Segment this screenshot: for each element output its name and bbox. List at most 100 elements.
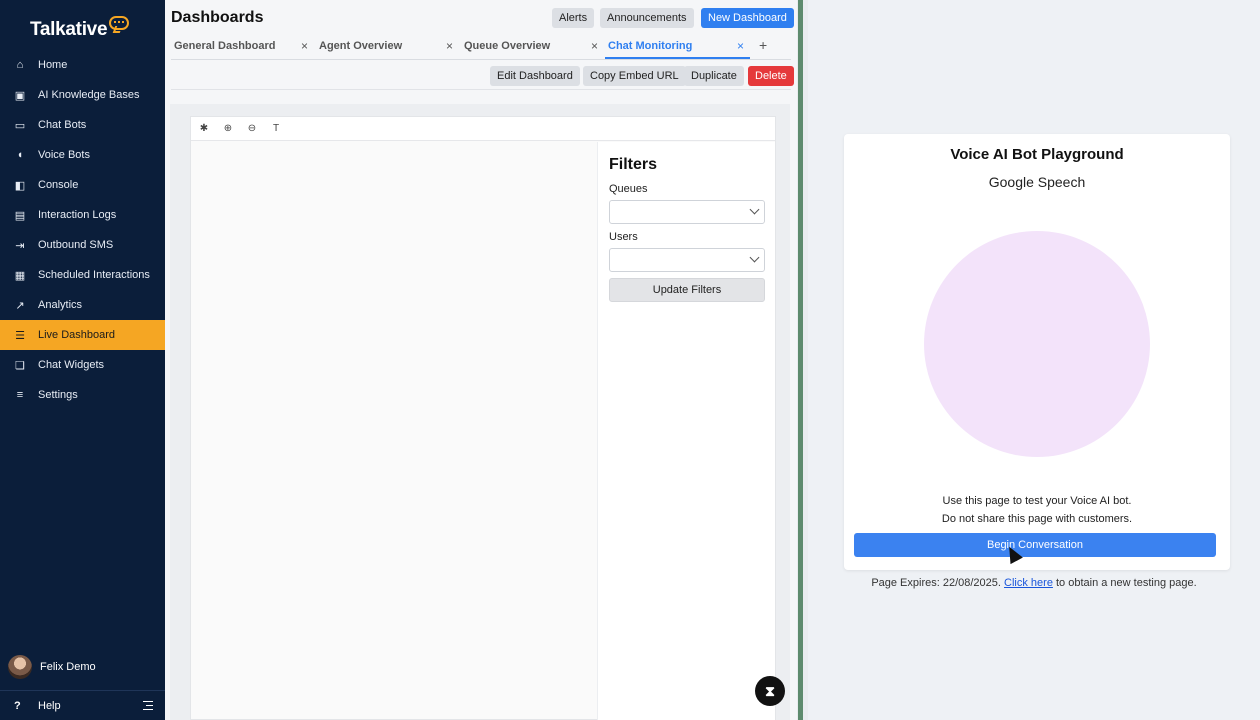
- sidebar-item-voice-bots[interactable]: ◖ Voice Bots: [0, 140, 165, 170]
- zoom-in-icon[interactable]: ⊕: [221, 122, 235, 136]
- analytics-icon: ↗: [15, 299, 25, 312]
- tab-agent-overview[interactable]: Agent Overview ×: [316, 36, 453, 59]
- home-icon: ⌂: [16, 59, 24, 71]
- playground-title: Voice AI Bot Playground: [950, 146, 1124, 163]
- dashboard-frame: ✱ ⊕ ⊖ T Filters Queues Users Update Filt…: [170, 104, 790, 720]
- sidebar-item-label: Voice Bots: [38, 149, 90, 161]
- sidebar-item-label: Settings: [38, 389, 78, 401]
- page-expiry: Page Expires: 22/08/2025. Click here to …: [808, 577, 1260, 589]
- add-tab-button[interactable]: +: [759, 36, 767, 54]
- sidebar-item-ai-knowledge-bases[interactable]: ▣ AI Knowledge Bases: [0, 80, 165, 110]
- sidebar-item-settings[interactable]: ≡ Settings: [0, 380, 165, 410]
- filters-title: Filters: [609, 156, 658, 173]
- queues-label: Queues: [609, 183, 648, 195]
- zoom-out-icon[interactable]: ⊖: [245, 122, 259, 136]
- sidebar-item-interaction-logs[interactable]: ▤ Interaction Logs: [0, 200, 165, 230]
- playground-card: Voice AI Bot Playground Google Speech Us…: [844, 134, 1230, 570]
- test-note: Use this page to test your Voice AI bot.: [942, 495, 1132, 507]
- dashboard-list-icon: ☰: [15, 329, 25, 342]
- sidebar-item-home[interactable]: ⌂ Home: [0, 50, 165, 80]
- tab-chat-monitoring[interactable]: Chat Monitoring ×: [605, 36, 750, 59]
- new-dashboard-button[interactable]: New Dashboard: [701, 8, 794, 28]
- tab-label: Agent Overview: [319, 40, 403, 52]
- outbound-icon: ⇥: [15, 239, 25, 252]
- text-format-icon[interactable]: T: [269, 122, 283, 136]
- user-name: Felix Demo: [40, 661, 96, 673]
- dashboard-tabs: General Dashboard × Agent Overview × Que…: [171, 36, 791, 60]
- users-select[interactable]: [609, 248, 765, 272]
- chevron-down-icon: [749, 204, 760, 215]
- sidebar-item-label: Live Dashboard: [38, 329, 116, 341]
- sidebar-item-label: Chat Bots: [38, 119, 87, 131]
- sidebar-item-outbound-sms[interactable]: ⇥ Outbound SMS: [0, 230, 165, 260]
- tab-general-dashboard[interactable]: General Dashboard ×: [171, 36, 308, 59]
- sidebar-item-chat-bots[interactable]: ▭ Chat Bots: [0, 110, 165, 140]
- close-icon[interactable]: ×: [446, 36, 453, 56]
- close-icon[interactable]: ×: [737, 36, 744, 56]
- begin-conversation-button[interactable]: Begin Conversation: [854, 533, 1216, 557]
- voice-wave-icon: ◖: [16, 149, 24, 161]
- delete-button[interactable]: Delete: [748, 66, 794, 86]
- dashboard-toolbar: ✱ ⊕ ⊖ T: [191, 117, 775, 141]
- users-label: Users: [609, 231, 638, 243]
- sidebar-item-chat-widgets[interactable]: ❏ Chat Widgets: [0, 350, 165, 380]
- logo-text: Talkative: [30, 19, 108, 40]
- gear-icon[interactable]: ✱: [197, 122, 211, 136]
- filters-panel: Filters Queues Users Update Filters: [597, 142, 775, 720]
- duplicate-button[interactable]: Duplicate: [684, 66, 744, 86]
- expires-prefix: Page Expires: 22/08/2025.: [871, 577, 1001, 589]
- sidebar-item-label: Outbound SMS: [38, 239, 114, 251]
- sidebar-nav: ⌂ Home ▣ AI Knowledge Bases ▭ Chat Bots …: [0, 50, 165, 410]
- voice-orb: [924, 231, 1150, 457]
- sidebar-item-scheduled-interactions[interactable]: ▦ Scheduled Interactions: [0, 260, 165, 290]
- close-icon[interactable]: ×: [301, 36, 308, 56]
- book-icon: ▣: [14, 89, 26, 102]
- user-profile[interactable]: Felix Demo: [8, 655, 96, 679]
- voice-playground-panel: Voice AI Bot Playground Google Speech Us…: [808, 0, 1260, 720]
- collapse-menu-icon[interactable]: [143, 701, 153, 710]
- talkative-logo[interactable]: Talkative: [30, 16, 130, 44]
- hourglass-icon[interactable]: ⧗: [755, 676, 785, 706]
- window-divider: [797, 0, 808, 720]
- divider: [171, 89, 791, 90]
- chevron-down-icon: [749, 252, 760, 263]
- dashboard-canvas: ✱ ⊕ ⊖ T Filters Queues Users Update Filt…: [190, 116, 776, 720]
- sidebar-item-label: Home: [38, 59, 68, 71]
- calendar-icon: ▦: [14, 269, 26, 282]
- chat-widgets-icon: ❏: [15, 359, 25, 372]
- sidebar-item-label: Analytics: [38, 299, 83, 311]
- copy-embed-url-button[interactable]: Copy Embed URL: [583, 66, 686, 86]
- close-icon[interactable]: ×: [591, 36, 598, 56]
- announcements-button[interactable]: Announcements: [600, 8, 694, 28]
- help-link[interactable]: ? Help: [0, 690, 165, 720]
- sidebar-item-live-dashboard[interactable]: ☰ Live Dashboard: [0, 320, 165, 350]
- update-filters-button[interactable]: Update Filters: [609, 278, 765, 302]
- help-icon: ?: [14, 699, 21, 712]
- share-warning: Do not share this page with customers.: [941, 513, 1133, 525]
- tab-queue-overview[interactable]: Queue Overview ×: [461, 36, 598, 59]
- help-label: Help: [38, 699, 61, 712]
- edit-dashboard-button[interactable]: Edit Dashboard: [490, 66, 580, 86]
- speech-bubble-icon: [109, 16, 130, 30]
- chat-bot-icon: ▭: [14, 119, 26, 132]
- sidebar-item-label: Chat Widgets: [38, 359, 105, 371]
- sidebar-item-label: Console: [38, 179, 79, 191]
- tab-label: Queue Overview: [464, 40, 551, 52]
- sliders-icon: ≡: [16, 389, 24, 401]
- sidebar-item-label: Scheduled Interactions: [38, 269, 150, 281]
- tab-label: Chat Monitoring: [608, 40, 693, 52]
- sidebar-item-label: Interaction Logs: [38, 209, 117, 221]
- main-content: Dashboards Alerts Announcements New Dash…: [165, 0, 797, 720]
- expires-suffix: to obtain a new testing page.: [1056, 577, 1197, 589]
- new-page-link[interactable]: Click here: [1004, 577, 1053, 589]
- avatar: [8, 655, 32, 679]
- queues-select[interactable]: [609, 200, 765, 224]
- playground-subtitle: Google Speech: [988, 174, 1086, 190]
- sidebar-item-analytics[interactable]: ↗ Analytics: [0, 290, 165, 320]
- tab-label: General Dashboard: [174, 40, 276, 52]
- sidebar-item-console[interactable]: ◧ Console: [0, 170, 165, 200]
- sidebar: Talkative ⌂ Home ▣ AI Knowledge Bases ▭ …: [0, 0, 165, 720]
- log-icon: ▤: [14, 209, 26, 222]
- console-icon: ◧: [14, 179, 26, 192]
- alerts-button[interactable]: Alerts: [552, 8, 595, 28]
